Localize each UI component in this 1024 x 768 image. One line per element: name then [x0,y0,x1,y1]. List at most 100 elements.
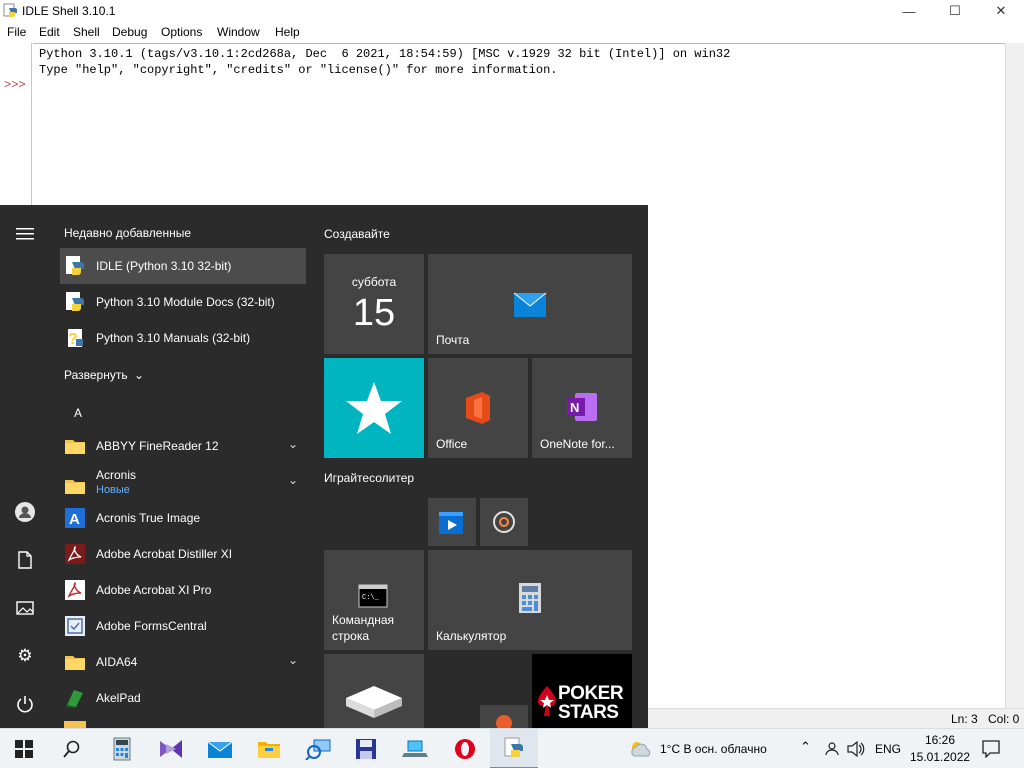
app-label: Acronis True Image [96,511,201,525]
chevron-up-icon[interactable]: ⌃ [800,739,811,755]
tile-pokerstars[interactable]: POKER STARS [532,654,632,728]
app-label: Python 3.10 Module Docs (32-bit) [96,295,275,309]
expand-label: Развернуть [64,368,128,382]
minimize-button[interactable]: — [886,0,932,22]
visual-studio-icon [160,740,182,758]
menu-shell[interactable]: Shell [73,25,100,39]
title-bar: IDLE Shell 3.10.1 — ☐ ✕ [0,0,1024,22]
menu-edit[interactable]: Edit [39,25,60,39]
app-item-idle[interactable]: IDLE (Python 3.10 32-bit) [60,248,306,284]
people-icon[interactable] [825,742,839,756]
server-box-icon [346,685,402,718]
floppy-disk-icon [356,739,376,759]
app-item-acronis-folder[interactable]: Acronis Новые ⌄ [60,464,306,500]
menu-options[interactable]: Options [161,25,202,39]
windows-start-button[interactable] [0,729,48,768]
taskbar-idle[interactable] [490,729,538,768]
start-rail: ⚙ [0,205,50,728]
recent-header: Недавно добавленные [64,226,192,240]
app-item-akelpad[interactable]: AkelPad [60,680,306,716]
taskbar-visual-studio[interactable] [147,729,195,768]
desktop: IDLE Shell 3.10.1 — ☐ ✕ File Edit Shell … [0,0,1024,768]
folder-icon [65,656,85,670]
tile-label: Почта [436,333,470,347]
menu-file[interactable]: File [7,25,26,39]
chevron-down-icon[interactable]: ⌄ [288,437,298,451]
language-indicator[interactable]: ENG [875,742,901,756]
taskbar-save-app[interactable] [342,729,390,768]
tile-mail[interactable]: Почта [428,254,632,354]
terminal-icon: C:\_ [358,584,388,608]
tile-partial[interactable] [480,705,528,728]
tile-onenote[interactable]: N OneNote for... [532,358,632,458]
app-item-formscentral[interactable]: Adobe FormsCentral [60,608,306,644]
chevron-down-icon[interactable]: ⌄ [288,473,298,487]
app-item-python-module-docs[interactable]: Python 3.10 Module Docs (32-bit) [60,284,306,320]
settings-gear-icon[interactable]: ⚙ [13,644,37,668]
menu-debug[interactable]: Debug [112,25,147,39]
taskbar-mail[interactable] [196,729,244,768]
close-button[interactable]: ✕ [978,0,1024,22]
menu-help[interactable]: Help [275,25,300,39]
app-item-acronis-true-image[interactable]: A Acronis True Image [60,500,306,536]
pokerstars-logo-text: POKER STARS [558,683,624,723]
app-label: Adobe FormsCentral [96,619,207,633]
pokerstars-icon [538,686,556,716]
app-item-acrobat-distiller[interactable]: Adobe Acrobat Distiller XI [60,536,306,572]
user-account-icon[interactable] [13,500,37,524]
hamburger-menu-icon[interactable] [13,222,37,246]
taskbar-calculator[interactable] [98,729,146,768]
app-label: Adobe Acrobat XI Pro [96,583,212,597]
tile-cmd[interactable]: C:\_ Командная строка [324,550,424,650]
chevron-down-icon[interactable]: ⌄ [288,653,298,667]
tile-calculator[interactable]: Калькулятор [428,550,632,650]
app-icon [496,715,512,728]
folder-icon [258,742,280,758]
tile-office[interactable]: Office [428,358,528,458]
line-indicator: Ln: 3 [951,712,978,726]
volume-icon[interactable] [847,741,865,757]
laptop-icon [402,740,428,757]
menu-window[interactable]: Window [217,25,260,39]
app-item-aida64[interactable]: AIDA64 ⌄ [60,644,306,680]
star-icon [346,382,402,434]
menu-bar: File Edit Shell Debug Options Window Hel… [0,23,1024,43]
app-item-python-manuals[interactable]: ? Python 3.10 Manuals (32-bit) [60,320,306,356]
maximize-button[interactable]: ☐ [932,0,978,22]
column-indicator: Col: 0 [988,712,1020,726]
clock-time[interactable]: 16:26 [925,733,955,747]
taskbar-network-app[interactable] [294,729,342,768]
app-list[interactable]: Недавно добавленные IDLE (Python 3.10 32… [56,205,310,728]
group-header-solitaire: Играйтесолитер [324,471,415,485]
power-icon[interactable] [13,692,37,716]
app-label: AIDA64 [96,655,138,669]
office-icon [466,392,490,424]
tile-star-app[interactable] [324,358,424,458]
notification-icon[interactable] [982,740,1000,758]
remote-desktop-icon [305,739,331,760]
tile-calendar[interactable]: суббота 15 [324,254,424,354]
group-header-create: Создавайте [324,227,390,241]
akelpad-icon [66,690,83,708]
taskbar: 1°C В осн. облачно ⌃ ENG 16:26 15.01.202… [0,728,1024,768]
calculator-icon [113,737,131,761]
search-button[interactable] [48,729,96,768]
vertical-scrollbar[interactable] [1005,43,1024,708]
weather-text[interactable]: 1°C В осн. облачно [660,742,767,756]
taskbar-laptop-app[interactable] [391,729,439,768]
clock-date[interactable]: 15.01.2022 [910,750,970,764]
app-item-acrobat-pro[interactable]: Adobe Acrobat XI Pro [60,572,306,608]
documents-icon[interactable] [13,548,37,572]
taskbar-file-explorer[interactable] [245,729,293,768]
folder-icon [65,440,85,454]
tile-groove-music[interactable] [480,498,528,546]
tile-movies[interactable] [428,498,476,546]
search-icon [63,740,80,758]
tile-hardware[interactable] [324,654,424,728]
pictures-icon[interactable] [13,596,37,620]
taskbar-opera[interactable] [441,729,489,768]
window-title: IDLE Shell 3.10.1 [22,4,116,18]
letter-header[interactable]: A [74,406,82,420]
app-item-abbyy[interactable]: ABBYY FineReader 12 ⌄ [60,428,306,464]
expand-button[interactable]: Развернуть ⌄ [64,368,144,382]
